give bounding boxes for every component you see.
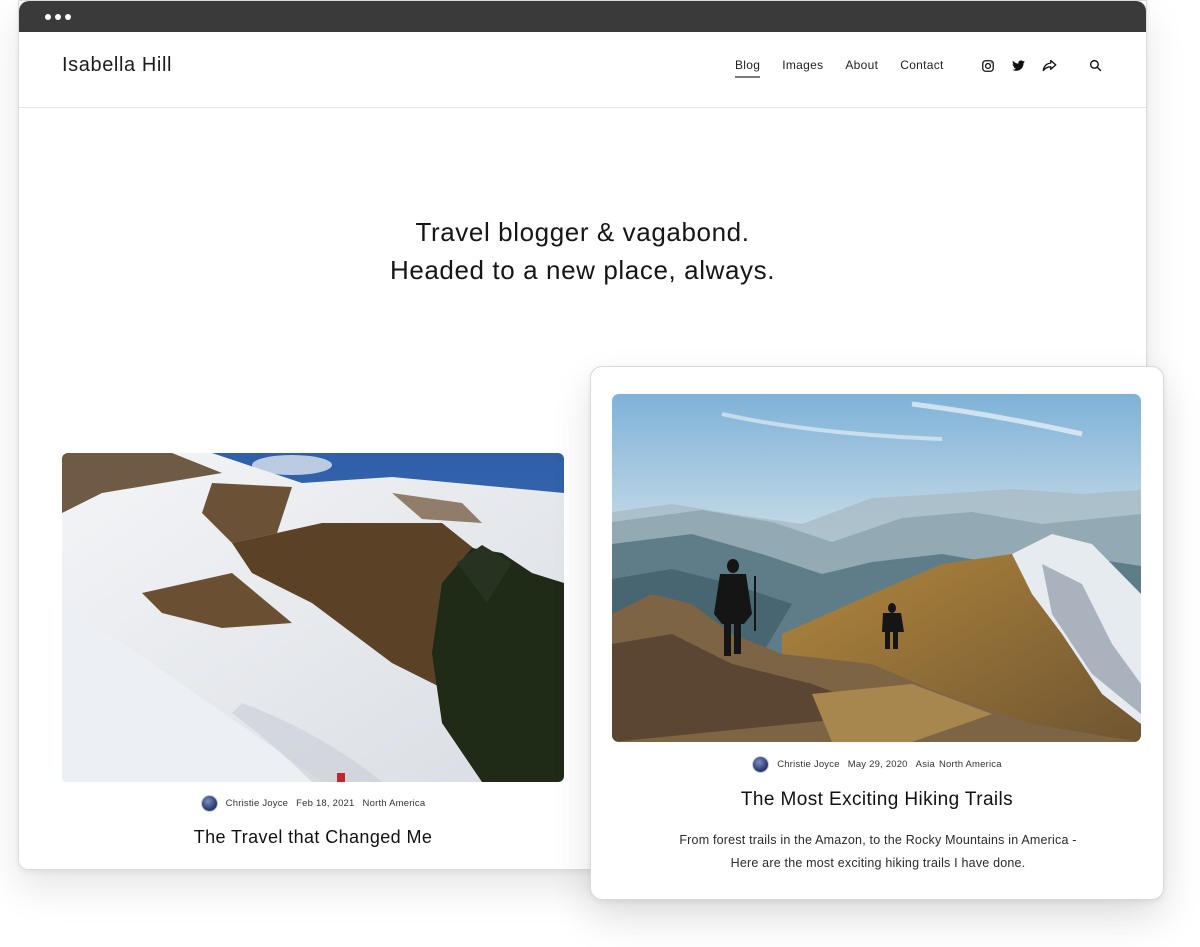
- search-icon[interactable]: [1087, 57, 1104, 74]
- main-nav: Blog Images About Contact: [735, 58, 944, 78]
- nav-blog[interactable]: Blog: [735, 58, 761, 78]
- post-card: Christie Joyce Feb 18, 2021 North Americ…: [62, 453, 564, 848]
- post-date: Feb 18, 2021: [296, 798, 355, 809]
- excerpt-line-1: From forest trails in the Amazon, to the…: [679, 833, 1077, 847]
- excerpt-line-2: Here are the most exciting hiking trails…: [730, 856, 1026, 870]
- post-category[interactable]: North America: [939, 759, 1002, 770]
- post-title[interactable]: The Travel that Changed Me: [62, 827, 564, 848]
- window-dot: [45, 13, 51, 20]
- mountain-hikers-photo[interactable]: [612, 394, 1141, 742]
- featured-post-card: Christie Joyce May 29, 2020 Asia North A…: [590, 366, 1164, 900]
- site-header: Isabella Hill Blog Images About Contact: [19, 32, 1146, 108]
- hero-line-1: Travel blogger & vagabond.: [415, 217, 750, 247]
- site-brand[interactable]: Isabella Hill: [62, 54, 172, 77]
- post-date: May 29, 2020: [847, 759, 908, 770]
- hero-tagline: Travel blogger & vagabond. Headed to a n…: [19, 213, 1146, 289]
- window-dot: [55, 13, 61, 20]
- nav-images[interactable]: Images: [782, 58, 823, 78]
- nav-contact[interactable]: Contact: [900, 58, 943, 78]
- post-excerpt: From forest trails in the Amazon, to the…: [651, 829, 1105, 875]
- hero-line-2: Headed to a new place, always.: [389, 255, 776, 285]
- post-category[interactable]: Asia: [916, 759, 935, 770]
- author-avatar[interactable]: [200, 795, 218, 812]
- stage: Isabella Hill Blog Images About Contact: [0, 0, 1200, 947]
- post-author[interactable]: Christie Joyce: [777, 759, 839, 770]
- author-avatar[interactable]: [752, 756, 770, 773]
- window-dot: [65, 13, 71, 20]
- browser-titlebar: [19, 1, 1146, 32]
- post-meta: Christie Joyce May 29, 2020 Asia North A…: [591, 756, 1163, 773]
- post-title[interactable]: The Most Exciting Hiking Trails: [591, 789, 1163, 811]
- post-meta: Christie Joyce Feb 18, 2021 North Americ…: [62, 795, 564, 812]
- post-category[interactable]: North America: [363, 798, 426, 809]
- share-icon[interactable]: [1041, 57, 1058, 74]
- snowy-hillside-photo[interactable]: [62, 453, 564, 782]
- twitter-icon[interactable]: [1010, 57, 1027, 74]
- nav-about[interactable]: About: [845, 58, 878, 78]
- post-author[interactable]: Christie Joyce: [226, 798, 288, 809]
- social-links: [979, 57, 1058, 74]
- instagram-icon[interactable]: [979, 57, 996, 74]
